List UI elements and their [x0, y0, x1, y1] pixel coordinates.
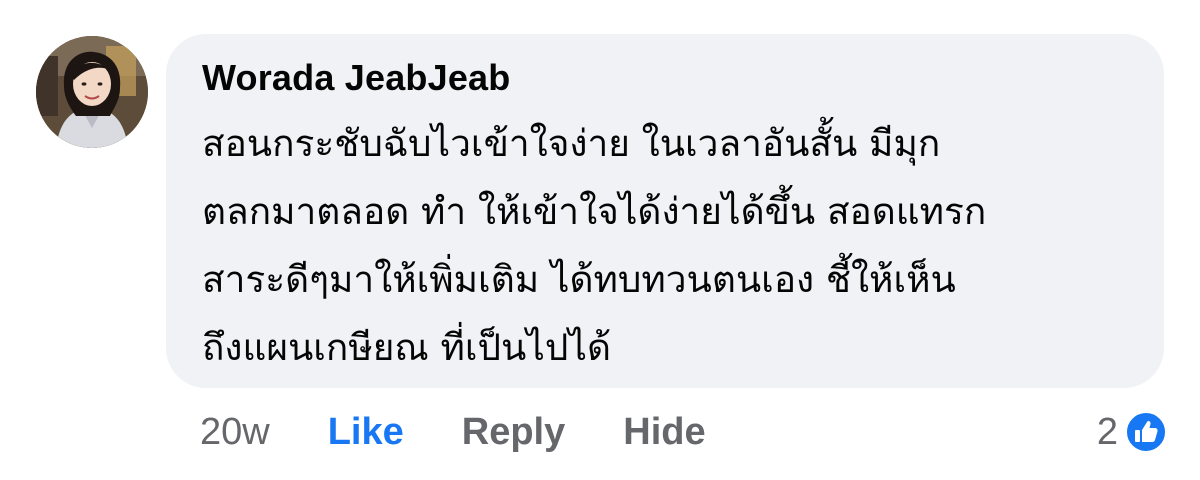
comment-text-line: ตลกมาตลอด ทำ ให้เข้าใจได้ง่ายได้ขึ้น สอด… [202, 190, 987, 233]
comment-text-line: สาระดีๆมาให้เพิ่มเติม ได้ทบทวนตนเอง ชี้ใ… [202, 258, 956, 301]
reaction-summary[interactable]: 2 [1097, 404, 1168, 460]
reply-button[interactable]: Reply [462, 411, 565, 454]
avatar[interactable] [36, 36, 148, 148]
comment-text: สอนกระชับฉับไวเข้าใจง่าย ในเวลาอันสั้น ม… [202, 110, 1124, 382]
comment-text-line: ถึงแผนเกษียณ ที่เป็นไปได้ [202, 326, 612, 369]
reaction-count: 2 [1096, 410, 1118, 453]
comment-text-line: สอนกระชับฉับไวเข้าใจง่าย ในเวลาอันสั้น ม… [202, 122, 941, 165]
timestamp[interactable]: 20w [200, 411, 270, 454]
comment-bubble: Worada JeabJeab สอนกระชับฉับไวเข้าใจง่าย… [166, 34, 1164, 388]
avatar-image [36, 36, 148, 148]
thumbs-up-icon [1124, 410, 1168, 454]
hide-button[interactable]: Hide [623, 411, 705, 454]
like-button[interactable]: Like [328, 411, 404, 454]
comment: Worada JeabJeab สอนกระชับฉับไวเข้าใจง่าย… [0, 0, 1200, 480]
comment-actions: 20w Like Reply Hide [200, 404, 764, 460]
author-name[interactable]: Worada JeabJeab [202, 54, 1124, 102]
